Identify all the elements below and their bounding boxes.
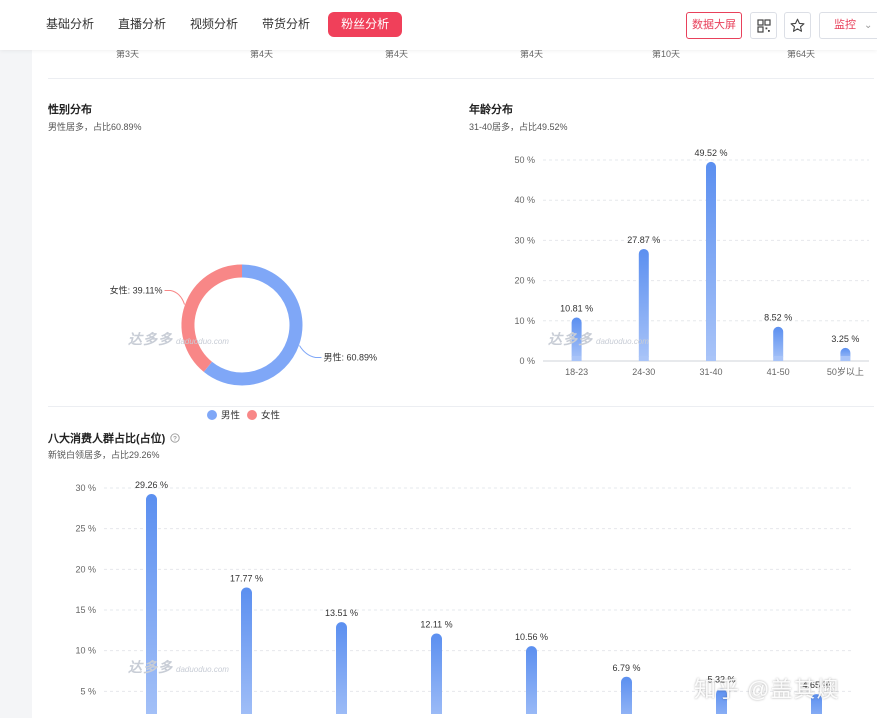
consumer-subtitle: 新锐白领居多，占比29.26%: [48, 450, 160, 460]
female-callout-label: 女性: 39.11%: [110, 285, 163, 296]
y-tick-label: 20 %: [75, 564, 96, 574]
data-label: 29.26 %: [135, 480, 168, 490]
bar-新锐白领: [146, 494, 157, 714]
male-callout-line: [299, 345, 322, 358]
top-nav-bar: 基础分析 直播分析 视频分析 带货分析 粉丝分析 数据大屏 监控 ⌄: [0, 0, 877, 50]
data-label: 12.11 %: [420, 620, 452, 630]
tab-basic[interactable]: 基础分析: [34, 12, 106, 37]
brand-watermark: 达多多 daduoduo.com: [128, 331, 229, 347]
x-tick-label: 50岁以上: [827, 366, 864, 377]
bar-小镇青年: [241, 587, 252, 714]
monitor-dropdown[interactable]: 监控 ⌄: [819, 12, 877, 39]
bar-精致妈妈: [526, 646, 537, 714]
tab-goods[interactable]: 带货分析: [250, 12, 322, 37]
data-label: 13.51 %: [325, 608, 358, 618]
legend-female-label: 女性: [261, 410, 281, 422]
consumer-title: 八大消费人群占比(占位) ?: [48, 430, 181, 446]
y-tick-label: 30 %: [514, 235, 535, 245]
qrcode-button[interactable]: [750, 12, 777, 39]
female-callout-line: [164, 290, 186, 305]
data-label: 3.25 %: [831, 334, 859, 344]
x-tick-label: 31-40: [699, 367, 722, 377]
svg-text:?: ?: [173, 435, 177, 442]
x-tick-label: 18-23: [565, 367, 588, 377]
x-tick-label: 41-50: [767, 367, 790, 377]
qrcode-icon: [756, 18, 771, 33]
age-title: 年龄分布: [469, 104, 513, 116]
x-tick-label: 24-30: [632, 367, 655, 377]
bar-base: [571, 356, 582, 361]
y-tick-label: 15 %: [75, 605, 96, 615]
gender-subtitle: 男性居多，占比60.89%: [48, 122, 142, 132]
bar-base: [773, 356, 784, 361]
divider: [48, 78, 874, 79]
data-label: 27.87 %: [627, 235, 660, 245]
pie-slice-女性: [181, 264, 243, 372]
chevron-down-icon: ⌄: [864, 20, 873, 31]
bar-base: [840, 356, 851, 361]
data-label: 8.52 %: [764, 313, 792, 323]
bar-31-40: [706, 161, 716, 361]
pie-slice-男性: [203, 264, 303, 386]
y-tick-label: 0 %: [519, 356, 535, 366]
y-tick-label: 5 %: [80, 686, 96, 696]
bar-genz: [431, 633, 442, 714]
tab-video[interactable]: 视频分析: [178, 12, 250, 37]
bar-资深中产: [336, 622, 347, 714]
help-icon[interactable]: ?: [170, 433, 181, 443]
fans-analysis-card: 第3天 第4天 第4天 第4天 第10天 第64天 性别分布 男性居多，占比60…: [32, 44, 877, 718]
tab-live[interactable]: 直播分析: [106, 12, 178, 37]
brand-watermark: 达多多 daduoduo.com: [128, 659, 229, 675]
tab-fans[interactable]: 粉丝分析: [328, 12, 403, 37]
consumer-title-text: 八大消费人群占比(占位): [48, 433, 166, 445]
bar-小镇中老年: [621, 676, 632, 714]
star-icon: [790, 18, 805, 32]
brand-watermark: 达多多 daduoduo.com: [548, 331, 649, 347]
data-label: 49.52 %: [694, 148, 727, 158]
y-tick-label: 25 %: [75, 524, 96, 534]
monitor-label: 监控: [834, 19, 856, 31]
data-label: 6.79 %: [612, 663, 640, 673]
y-tick-label: 10 %: [75, 646, 96, 656]
bar-41-50: [773, 326, 784, 361]
data-screen-button[interactable]: 数据大屏: [686, 12, 742, 39]
gender-title: 性别分布: [48, 104, 92, 116]
legend-male-swatch: [207, 410, 217, 420]
y-tick-label: 30 %: [75, 483, 96, 493]
zhihu-watermark: 知乎 @盖其燠: [694, 677, 840, 702]
favorite-button[interactable]: [784, 12, 811, 39]
y-tick-label: 20 %: [514, 276, 535, 286]
data-label: 10.56 %: [515, 632, 548, 642]
age-bar-chart: 0 % 10 % 20 % 30 % 40 % 50 % 10.81 % 18-23 27.87…: [514, 148, 869, 377]
gender-donut-chart: 男性: 60.89% 女性: 39.11% 男性 女性: [110, 264, 377, 422]
y-tick-label: 50 %: [514, 155, 535, 165]
bar-base: [706, 356, 716, 361]
data-label: 10.81 %: [560, 304, 593, 314]
y-tick-label: 40 %: [514, 195, 535, 205]
male-callout-label: 男性: 60.89%: [323, 351, 377, 362]
age-subtitle: 31-40居多，占比49.52%: [469, 122, 568, 132]
analysis-tabs: 基础分析 直播分析 视频分析 带货分析 粉丝分析: [34, 12, 403, 37]
y-tick-label: 10 %: [514, 316, 535, 326]
bar-base: [638, 356, 649, 361]
divider: [48, 406, 874, 407]
legend-female-swatch: [247, 410, 257, 420]
legend-male-label: 男性: [221, 410, 241, 422]
data-label: 17.77 %: [230, 573, 263, 583]
